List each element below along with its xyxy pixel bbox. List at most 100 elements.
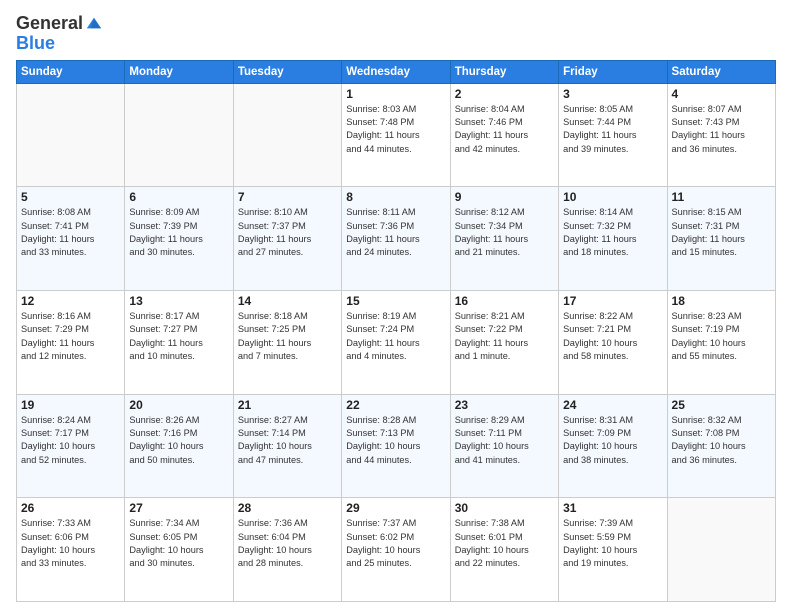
week-row-3: 12Sunrise: 8:16 AM Sunset: 7:29 PM Dayli…	[17, 290, 776, 394]
day-number: 6	[129, 190, 228, 204]
day-number: 25	[672, 398, 771, 412]
day-number: 18	[672, 294, 771, 308]
day-info: Sunrise: 8:24 AM Sunset: 7:17 PM Dayligh…	[21, 414, 120, 467]
header: General Blue	[16, 10, 776, 54]
day-number: 9	[455, 190, 554, 204]
day-number: 15	[346, 294, 445, 308]
day-info: Sunrise: 7:33 AM Sunset: 6:06 PM Dayligh…	[21, 517, 120, 570]
day-info: Sunrise: 8:21 AM Sunset: 7:22 PM Dayligh…	[455, 310, 554, 363]
day-number: 5	[21, 190, 120, 204]
day-cell: 12Sunrise: 8:16 AM Sunset: 7:29 PM Dayli…	[17, 290, 125, 394]
day-number: 4	[672, 87, 771, 101]
day-number: 21	[238, 398, 337, 412]
day-info: Sunrise: 7:37 AM Sunset: 6:02 PM Dayligh…	[346, 517, 445, 570]
day-info: Sunrise: 8:31 AM Sunset: 7:09 PM Dayligh…	[563, 414, 662, 467]
day-cell: 30 Sunrise: 7:38 AM Sunset: 6:01 PM Dayli…	[450, 498, 558, 602]
week-row-2: 5 Sunrise: 8:08 AM Sunset: 7:41 PM Daylig…	[17, 187, 776, 291]
day-cell: 8 Sunrise: 8:11 AM Sunset: 7:36 PM Daylig…	[342, 187, 450, 291]
day-number: 22	[346, 398, 445, 412]
weekday-header-wednesday: Wednesday	[342, 60, 450, 83]
day-number: 3	[563, 87, 662, 101]
day-info: Sunrise: 8:32 AM Sunset: 7:08 PM Dayligh…	[672, 414, 771, 467]
day-cell: 18 Sunrise: 8:23 AM Sunset: 7:19 PM Dayli…	[667, 290, 775, 394]
day-info: Sunrise: 8:11 AM Sunset: 7:36 PM Dayligh…	[346, 206, 445, 259]
day-cell: 11Sunrise: 8:15 AM Sunset: 7:31 PM Dayli…	[667, 187, 775, 291]
logo: General Blue	[16, 14, 103, 54]
calendar-table: SundayMondayTuesdayWednesdayThursdayFrid…	[16, 60, 776, 602]
day-info: Sunrise: 7:38 AM Sunset: 6:01 PM Dayligh…	[455, 517, 554, 570]
day-number: 24	[563, 398, 662, 412]
day-cell: 21 Sunrise: 8:27 AM Sunset: 7:14 PM Dayli…	[233, 394, 341, 498]
day-number: 12	[21, 294, 120, 308]
day-cell: 17 Sunrise: 8:22 AM Sunset: 7:21 PM Dayli…	[559, 290, 667, 394]
day-info: Sunrise: 8:18 AM Sunset: 7:25 PM Dayligh…	[238, 310, 337, 363]
day-info: Sunrise: 7:36 AM Sunset: 6:04 PM Dayligh…	[238, 517, 337, 570]
logo-text-general: General	[16, 14, 83, 34]
day-cell: 2 Sunrise: 8:04 AM Sunset: 7:46 PM Daylig…	[450, 83, 558, 187]
weekday-header-saturday: Saturday	[667, 60, 775, 83]
day-cell: 14 Sunrise: 8:18 AM Sunset: 7:25 PM Dayli…	[233, 290, 341, 394]
day-number: 26	[21, 501, 120, 515]
day-number: 13	[129, 294, 228, 308]
day-info: Sunrise: 7:39 AM Sunset: 5:59 PM Dayligh…	[563, 517, 662, 570]
day-number: 2	[455, 87, 554, 101]
day-number: 17	[563, 294, 662, 308]
day-number: 30	[455, 501, 554, 515]
day-number: 20	[129, 398, 228, 412]
day-info: Sunrise: 8:17 AM Sunset: 7:27 PM Dayligh…	[129, 310, 228, 363]
day-number: 7	[238, 190, 337, 204]
day-number: 10	[563, 190, 662, 204]
day-cell: 20 Sunrise: 8:26 AM Sunset: 7:16 PM Dayli…	[125, 394, 233, 498]
week-row-4: 19Sunrise: 8:24 AM Sunset: 7:17 PM Dayli…	[17, 394, 776, 498]
day-number: 23	[455, 398, 554, 412]
day-cell: 28Sunrise: 7:36 AM Sunset: 6:04 PM Dayli…	[233, 498, 341, 602]
day-info: Sunrise: 8:08 AM Sunset: 7:41 PM Dayligh…	[21, 206, 120, 259]
day-number: 1	[346, 87, 445, 101]
day-info: Sunrise: 8:26 AM Sunset: 7:16 PM Dayligh…	[129, 414, 228, 467]
weekday-header-friday: Friday	[559, 60, 667, 83]
day-info: Sunrise: 8:07 AM Sunset: 7:43 PM Dayligh…	[672, 103, 771, 156]
logo-icon	[85, 14, 103, 32]
day-info: Sunrise: 8:12 AM Sunset: 7:34 PM Dayligh…	[455, 206, 554, 259]
day-info: Sunrise: 8:05 AM Sunset: 7:44 PM Dayligh…	[563, 103, 662, 156]
day-info: Sunrise: 8:22 AM Sunset: 7:21 PM Dayligh…	[563, 310, 662, 363]
day-info: Sunrise: 8:27 AM Sunset: 7:14 PM Dayligh…	[238, 414, 337, 467]
day-info: Sunrise: 8:19 AM Sunset: 7:24 PM Dayligh…	[346, 310, 445, 363]
day-cell: 3 Sunrise: 8:05 AM Sunset: 7:44 PM Daylig…	[559, 83, 667, 187]
day-info: Sunrise: 8:03 AM Sunset: 7:48 PM Dayligh…	[346, 103, 445, 156]
day-cell: 4 Sunrise: 8:07 AM Sunset: 7:43 PM Daylig…	[667, 83, 775, 187]
day-cell: 19Sunrise: 8:24 AM Sunset: 7:17 PM Dayli…	[17, 394, 125, 498]
weekday-header-thursday: Thursday	[450, 60, 558, 83]
day-info: Sunrise: 8:04 AM Sunset: 7:46 PM Dayligh…	[455, 103, 554, 156]
day-cell: 9 Sunrise: 8:12 AM Sunset: 7:34 PM Daylig…	[450, 187, 558, 291]
day-cell: 26 Sunrise: 7:33 AM Sunset: 6:06 PM Dayli…	[17, 498, 125, 602]
day-number: 8	[346, 190, 445, 204]
day-cell: 29 Sunrise: 7:37 AM Sunset: 6:02 PM Dayli…	[342, 498, 450, 602]
day-cell: 1 Sunrise: 8:03 AM Sunset: 7:48 PM Daylig…	[342, 83, 450, 187]
day-number: 29	[346, 501, 445, 515]
day-number: 14	[238, 294, 337, 308]
day-cell	[233, 83, 341, 187]
day-cell: 27Sunrise: 7:34 AM Sunset: 6:05 PM Dayli…	[125, 498, 233, 602]
day-cell: 22Sunrise: 8:28 AM Sunset: 7:13 PM Dayli…	[342, 394, 450, 498]
weekday-header-tuesday: Tuesday	[233, 60, 341, 83]
week-row-1: 1 Sunrise: 8:03 AM Sunset: 7:48 PM Daylig…	[17, 83, 776, 187]
weekday-header-monday: Monday	[125, 60, 233, 83]
day-number: 11	[672, 190, 771, 204]
day-cell: 5 Sunrise: 8:08 AM Sunset: 7:41 PM Daylig…	[17, 187, 125, 291]
day-cell: 7Sunrise: 8:10 AM Sunset: 7:37 PM Daylig…	[233, 187, 341, 291]
day-info: Sunrise: 8:09 AM Sunset: 7:39 PM Dayligh…	[129, 206, 228, 259]
day-cell: 23Sunrise: 8:29 AM Sunset: 7:11 PM Dayli…	[450, 394, 558, 498]
page: General Blue SundayMondayTuesdayWednesda…	[0, 0, 792, 612]
day-number: 16	[455, 294, 554, 308]
day-cell: 24 Sunrise: 8:31 AM Sunset: 7:09 PM Dayli…	[559, 394, 667, 498]
day-cell: 10Sunrise: 8:14 AM Sunset: 7:32 PM Dayli…	[559, 187, 667, 291]
weekday-header-row: SundayMondayTuesdayWednesdayThursdayFrid…	[17, 60, 776, 83]
day-cell: 25 Sunrise: 8:32 AM Sunset: 7:08 PM Dayli…	[667, 394, 775, 498]
day-info: Sunrise: 8:23 AM Sunset: 7:19 PM Dayligh…	[672, 310, 771, 363]
logo-text-blue: Blue	[16, 34, 55, 54]
day-number: 31	[563, 501, 662, 515]
week-row-5: 26 Sunrise: 7:33 AM Sunset: 6:06 PM Dayli…	[17, 498, 776, 602]
day-info: Sunrise: 7:34 AM Sunset: 6:05 PM Dayligh…	[129, 517, 228, 570]
day-cell: 13 Sunrise: 8:17 AM Sunset: 7:27 PM Dayli…	[125, 290, 233, 394]
